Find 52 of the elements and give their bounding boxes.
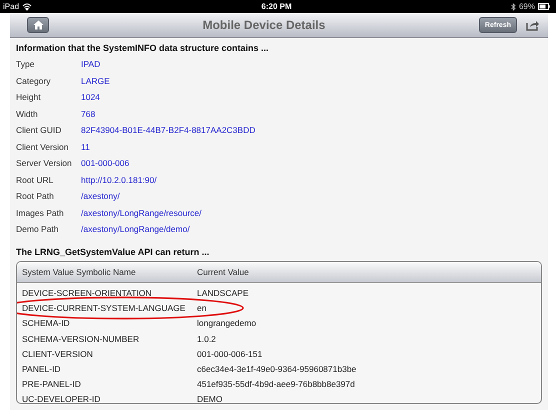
bluetooth-icon: [510, 2, 516, 10]
field-label: Category: [16, 76, 52, 86]
wifi-icon: [22, 2, 32, 10]
field-value: 11: [81, 142, 90, 152]
field-value: /axestony/LongRange/resource/: [81, 208, 202, 218]
field-label: Demo Path: [16, 224, 60, 234]
field-label: Root Path: [16, 191, 55, 202]
table-cell-text: SCHEMA-VERSION-NUMBER: [21, 334, 140, 344]
field-value: LARGE: [81, 76, 110, 86]
table-cell: 451ef935-55df-4b9d-aee9-76b8bb8e397d: [197, 379, 355, 390]
table-cell: 1.0.2: [197, 334, 216, 344]
column-header: System Value Symbolic Name: [21, 266, 137, 276]
table-cell: LANDSCAPE: [197, 288, 248, 298]
table-cell: longrangedemo: [197, 318, 256, 328]
field-value: 001-000-006: [81, 158, 130, 168]
device-name: iPad: [3, 2, 20, 11]
field-value: 768: [81, 108, 96, 119]
share-icon[interactable]: [526, 19, 540, 31]
table-cell-text: PANEL-ID: [21, 364, 62, 374]
field-label: Height: [16, 92, 42, 102]
field-value: /axestony/: [81, 191, 120, 202]
table-cell: c6ec34e4-3e1f-49e0-9364-95960871b3be: [197, 364, 356, 374]
field-label: Server Version: [16, 158, 73, 168]
section-heading: The LRNG_GetSystemValue API can return ...: [16, 246, 210, 259]
field-label: Client Version: [16, 142, 70, 152]
table-cell-text: SCHEMA-ID: [21, 318, 71, 328]
field-value: 1024: [81, 92, 100, 102]
house-icon: [32, 20, 44, 30]
section-heading: Information that the SystemINFO data structure contains ...: [16, 42, 270, 55]
table-cell: 001-000-006-151: [197, 348, 262, 359]
field-label: Type: [16, 59, 36, 70]
field-value: http://10.2.0.181:90/: [81, 174, 157, 185]
field-value: IPAD: [81, 59, 100, 70]
table-cell-text: DEVICE-CURRENT-SYSTEM-LANGUAGE: [21, 303, 186, 314]
battery-icon: [538, 3, 550, 10]
column-header: Current Value: [197, 266, 249, 276]
table-cell: DEMO: [197, 394, 222, 402]
field-label: Client GUID: [16, 125, 62, 136]
table-cell-text: CLIENT-VERSION: [21, 348, 94, 359]
field-label: Images Path: [16, 208, 65, 218]
table-cell-text: PRE-PANEL-ID: [21, 379, 82, 390]
table-cell: en: [197, 303, 206, 314]
field-value: /axestony/LongRange/demo/: [81, 224, 190, 234]
table-cell-text: DEVICE-SCREEN-ORIENTATION: [21, 288, 153, 298]
clock: 6:20 PM: [261, 2, 292, 11]
screen-title: Mobile Device Details: [202, 18, 326, 32]
table-cell-text: UC-DEVELOPER-ID: [21, 394, 102, 402]
home-button[interactable]: [27, 17, 49, 33]
field-label: Width: [16, 108, 39, 119]
field-value: 82F43904-B01E-44B7-B2F4-8817AA2C3BDD: [81, 125, 256, 136]
battery-percent: 69%: [518, 2, 535, 11]
field-label: Root URL: [16, 174, 54, 185]
